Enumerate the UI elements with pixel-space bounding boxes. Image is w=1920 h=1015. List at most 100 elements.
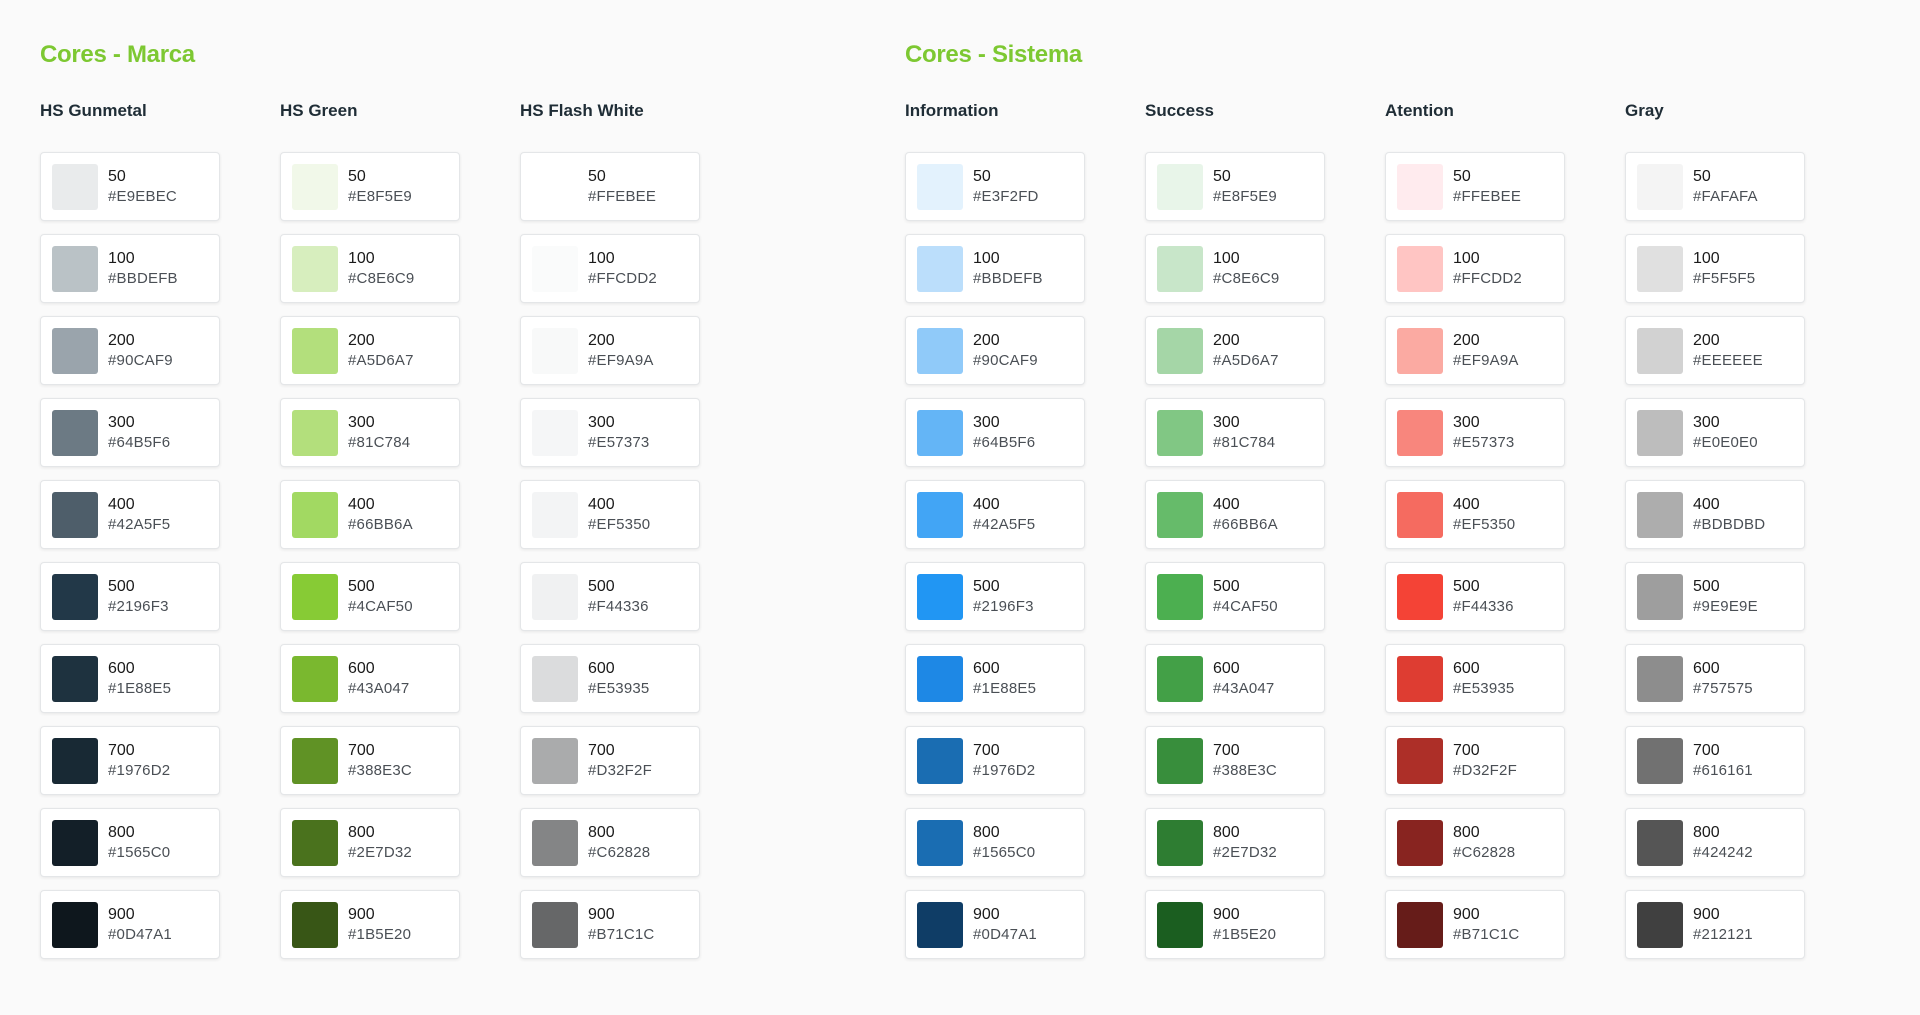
color-chip [532, 245, 578, 292]
hex-label: #F44336 [588, 597, 649, 615]
color-chip [1397, 901, 1443, 948]
color-chip [1637, 491, 1683, 538]
hex-label: #90CAF9 [108, 351, 173, 369]
swatch-info: 50 #FFEBEE [588, 167, 656, 207]
color-chip [1637, 409, 1683, 456]
swatch-info: 700 #D32F2F [588, 741, 652, 781]
shade-label: 500 [1213, 577, 1240, 595]
hex-label: #EF9A9A [588, 351, 654, 369]
color-chip [1397, 327, 1443, 374]
swatch-info: 900 #1B5E20 [348, 905, 411, 945]
swatch-info: 400 #EF5350 [1453, 495, 1515, 535]
swatch-card: 600 #43A047 [280, 644, 460, 713]
hex-label: #FFEBEE [1453, 187, 1522, 205]
color-chip [292, 737, 338, 784]
swatch-info: 200 #A5D6A7 [1213, 331, 1279, 371]
swatch-info: 300 #81C784 [348, 413, 410, 453]
hex-label: #4CAF50 [1213, 597, 1278, 615]
color-chip [917, 163, 963, 210]
color-chip [917, 819, 963, 866]
swatch-card: 800 #C62828 [520, 808, 700, 877]
hex-label: #388E3C [348, 761, 412, 779]
hex-label: #9E9E9E [1693, 597, 1758, 615]
color-chip [52, 901, 98, 948]
color-chip [1637, 655, 1683, 702]
swatch-card: 500 #4CAF50 [280, 562, 460, 631]
color-chip [52, 409, 98, 456]
swatch-info: 700 #1976D2 [108, 741, 170, 781]
hex-label: #424242 [1693, 843, 1753, 861]
shade-label: 700 [348, 741, 375, 759]
swatch-info: 900 #212121 [1693, 905, 1753, 945]
palette-name: HS Flash White [520, 101, 644, 120]
hex-label: #BDBDBD [1693, 515, 1766, 533]
hex-label: #1565C0 [108, 843, 171, 861]
swatch-list: 50 #E9EBEC 100 #BBDEFB 200 #90CAF9 300 #64B5F6 4… [40, 152, 220, 959]
palette-column: Success 50 #E8F5E9 100 #C8E6C9 200 #A5D6A7 300 #… [1145, 98, 1325, 959]
shade-label: 600 [1213, 659, 1240, 677]
hex-label: #43A047 [348, 679, 410, 697]
swatch-info: 200 #EF9A9A [1453, 331, 1519, 371]
swatch-card: 300 #E57373 [1385, 398, 1565, 467]
swatch-card: 800 #1565C0 [905, 808, 1085, 877]
swatch-card: 700 #1976D2 [40, 726, 220, 795]
swatch-list: 50 #E8F5E9 100 #C8E6C9 200 #A5D6A7 300 #81C784 4… [1145, 152, 1325, 959]
swatch-card: 600 #757575 [1625, 644, 1805, 713]
hex-label: #2E7D32 [348, 843, 412, 861]
swatch-card: 700 #D32F2F [1385, 726, 1565, 795]
color-chip [1637, 327, 1683, 374]
swatch-info: 900 #0D47A1 [973, 905, 1037, 945]
swatch-info: 600 #E53935 [1453, 659, 1514, 699]
swatch-list: 50 #E3F2FD 100 #BBDEFB 200 #90CAF9 300 #64B5F6 4… [905, 152, 1085, 959]
swatch-info: 800 #2E7D32 [1213, 823, 1277, 863]
shade-label: 900 [1453, 905, 1480, 923]
color-chip [1157, 163, 1203, 210]
palette-columns: Information 50 #E3F2FD 100 #BBDEFB 200 #90CAF9… [905, 98, 1805, 959]
swatch-info: 900 #1B5E20 [1213, 905, 1276, 945]
swatch-card: 200 #EF9A9A [1385, 316, 1565, 385]
swatch-info: 200 #EEEEEE [1693, 331, 1763, 371]
swatch-info: 50 #FAFAFA [1693, 167, 1758, 207]
color-chip [292, 409, 338, 456]
color-chip [292, 245, 338, 292]
color-chip [532, 655, 578, 702]
color-chip [1157, 655, 1203, 702]
color-chip [532, 163, 578, 210]
swatch-card: 200 #90CAF9 [40, 316, 220, 385]
hex-label: #64B5F6 [973, 433, 1036, 451]
shade-label: 700 [1693, 741, 1720, 759]
shade-label: 800 [108, 823, 135, 841]
swatch-info: 900 #0D47A1 [108, 905, 172, 945]
color-chip [532, 573, 578, 620]
palette-name: Atention [1385, 101, 1454, 120]
hex-label: #1E88E5 [108, 679, 172, 697]
swatch-card: 600 #1E88E5 [905, 644, 1085, 713]
color-chip [1157, 901, 1203, 948]
color-chip [1397, 245, 1443, 292]
hex-label: #C62828 [1453, 843, 1516, 861]
hex-label: #1976D2 [108, 761, 171, 779]
swatch-card: 400 #BDBDBD [1625, 480, 1805, 549]
hex-label: #0D47A1 [973, 925, 1037, 943]
swatch-info: 500 #2196F3 [108, 577, 169, 617]
color-chip [1157, 573, 1203, 620]
swatch-card: 900 #1B5E20 [1145, 890, 1325, 959]
hex-label: #E0E0E0 [1693, 433, 1758, 451]
color-chip [1637, 819, 1683, 866]
hex-label: #EEEEEE [1693, 351, 1763, 369]
shade-label: 200 [348, 331, 375, 349]
swatch-card: 500 #4CAF50 [1145, 562, 1325, 631]
swatch-card: 700 #D32F2F [520, 726, 700, 795]
shade-label: 200 [1693, 331, 1720, 349]
color-chip [1397, 655, 1443, 702]
shade-label: 700 [1453, 741, 1480, 759]
shade-label: 400 [1213, 495, 1240, 513]
swatch-card: 300 #81C784 [280, 398, 460, 467]
hex-label: #1B5E20 [348, 925, 412, 943]
shade-label: 300 [108, 413, 135, 431]
swatch-card: 800 #1565C0 [40, 808, 220, 877]
hex-label: #E57373 [588, 433, 650, 451]
color-chip [292, 327, 338, 374]
palette-column: HS Green 50 #E8F5E9 100 #C8E6C9 200 #A5D6A7 300… [280, 98, 460, 959]
swatch-info: 300 #E0E0E0 [1693, 413, 1758, 453]
